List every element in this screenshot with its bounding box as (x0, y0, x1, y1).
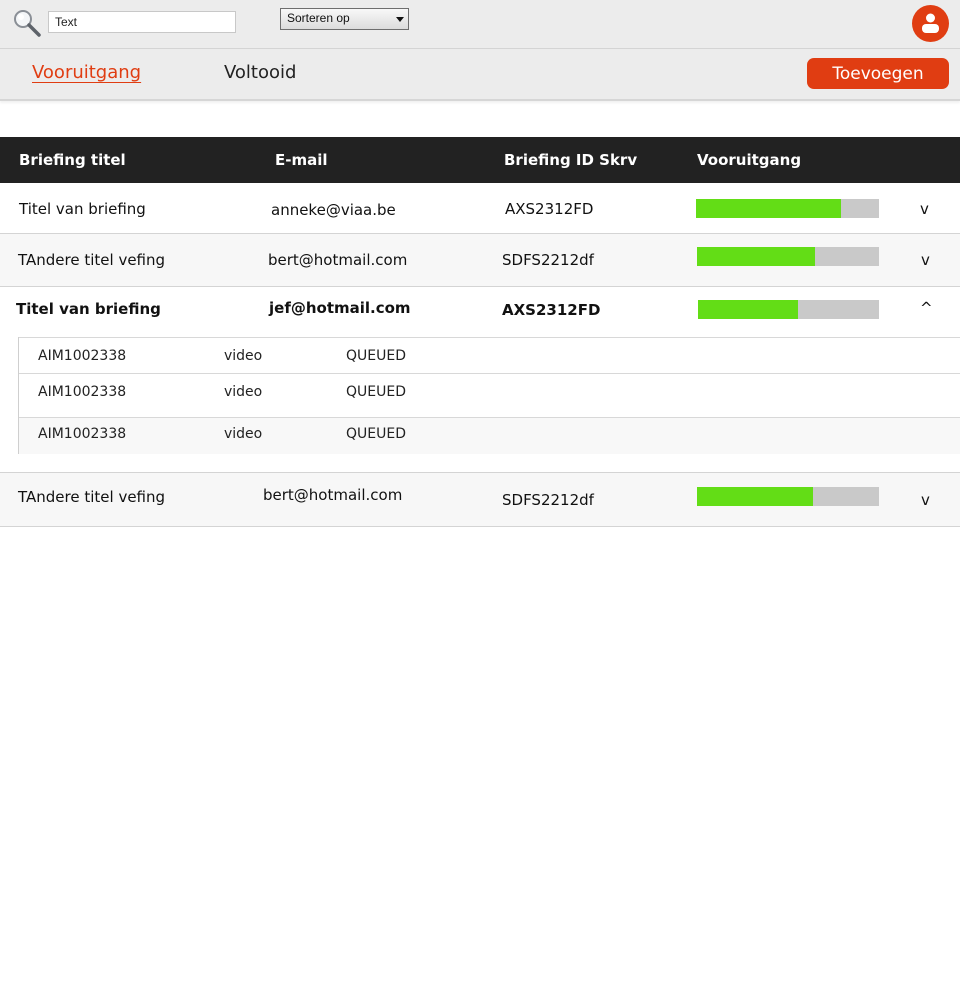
collapse-toggle[interactable]: ^ (920, 299, 933, 317)
progress-bar (696, 199, 879, 218)
progress-fill (697, 487, 814, 506)
sort-select[interactable]: Sorteren op (280, 8, 409, 30)
header-progress: Vooruitgang (697, 151, 802, 169)
row-id: SDFS2212df (502, 251, 594, 269)
item-type: video (224, 384, 263, 400)
add-button[interactable]: Toevoegen (807, 58, 949, 89)
item-code: AIM1002338 (38, 426, 127, 442)
table-row[interactable]: TAndere titel vefing bert@hotmail.com SD… (0, 472, 960, 527)
row-title: TAndere titel vefing (18, 488, 166, 506)
expand-toggle[interactable]: v (921, 491, 930, 509)
header-briefing-id: Briefing ID Skrv (504, 151, 638, 169)
table-header: Briefing titel E-mail Briefing ID Skrv V… (0, 137, 960, 183)
item-status: QUEUED (346, 426, 406, 442)
item-type: video (224, 426, 263, 442)
list-item[interactable]: AIM1002338 video QUEUED (19, 337, 960, 378)
progress-bar (697, 487, 879, 506)
row-title: Titel van briefing (19, 200, 146, 218)
row-title: Titel van briefing (16, 300, 161, 318)
expanded-items: AIM1002338 video QUEUED AIM1002338 video… (18, 337, 960, 454)
row-title: TAndere titel vefing (18, 251, 166, 269)
row-email: bert@hotmail.com (263, 486, 403, 504)
header-briefing-title: Briefing titel (19, 151, 126, 169)
progress-bar (698, 300, 879, 319)
list-item[interactable]: AIM1002338 video QUEUED (19, 373, 960, 414)
item-type: video (224, 348, 263, 364)
item-code: AIM1002338 (38, 348, 127, 364)
top-bar: Sorteren op (0, 0, 960, 49)
table-row[interactable]: TAndere titel vefing bert@hotmail.com SD… (0, 234, 960, 287)
tab-bar: Vooruitgang Voltooid Toevoegen (0, 49, 960, 101)
row-email: jef@hotmail.com (269, 299, 411, 317)
sort-select-label: Sorteren op (287, 11, 350, 25)
expand-toggle[interactable]: v (921, 251, 930, 269)
progress-fill (698, 300, 798, 319)
row-id: AXS2312FD (505, 200, 594, 218)
item-status: QUEUED (346, 384, 406, 400)
dropdown-arrow-icon (396, 17, 404, 22)
tab-vooruitgang[interactable]: Vooruitgang (32, 62, 141, 83)
expand-toggle[interactable]: v (920, 200, 929, 218)
row-id: SDFS2212df (502, 491, 594, 509)
table-row-expanded[interactable]: Titel van briefing jef@hotmail.com AXS23… (0, 287, 960, 337)
list-item[interactable]: AIM1002338 video QUEUED (19, 417, 960, 454)
row-id: AXS2312FD (502, 301, 601, 319)
search-input[interactable] (48, 11, 236, 33)
row-email: bert@hotmail.com (268, 251, 408, 269)
progress-fill (696, 199, 841, 218)
table-row[interactable]: Titel van briefing anneke@viaa.be AXS231… (0, 183, 960, 234)
progress-bar (697, 247, 879, 266)
item-status: QUEUED (346, 348, 406, 364)
item-code: AIM1002338 (38, 384, 127, 400)
progress-fill (697, 247, 816, 266)
user-icon (922, 13, 939, 33)
user-avatar[interactable] (912, 5, 949, 42)
search-icon[interactable] (12, 8, 42, 38)
header-email: E-mail (275, 151, 328, 169)
tab-voltooid[interactable]: Voltooid (224, 62, 296, 83)
row-email: anneke@viaa.be (271, 201, 396, 219)
